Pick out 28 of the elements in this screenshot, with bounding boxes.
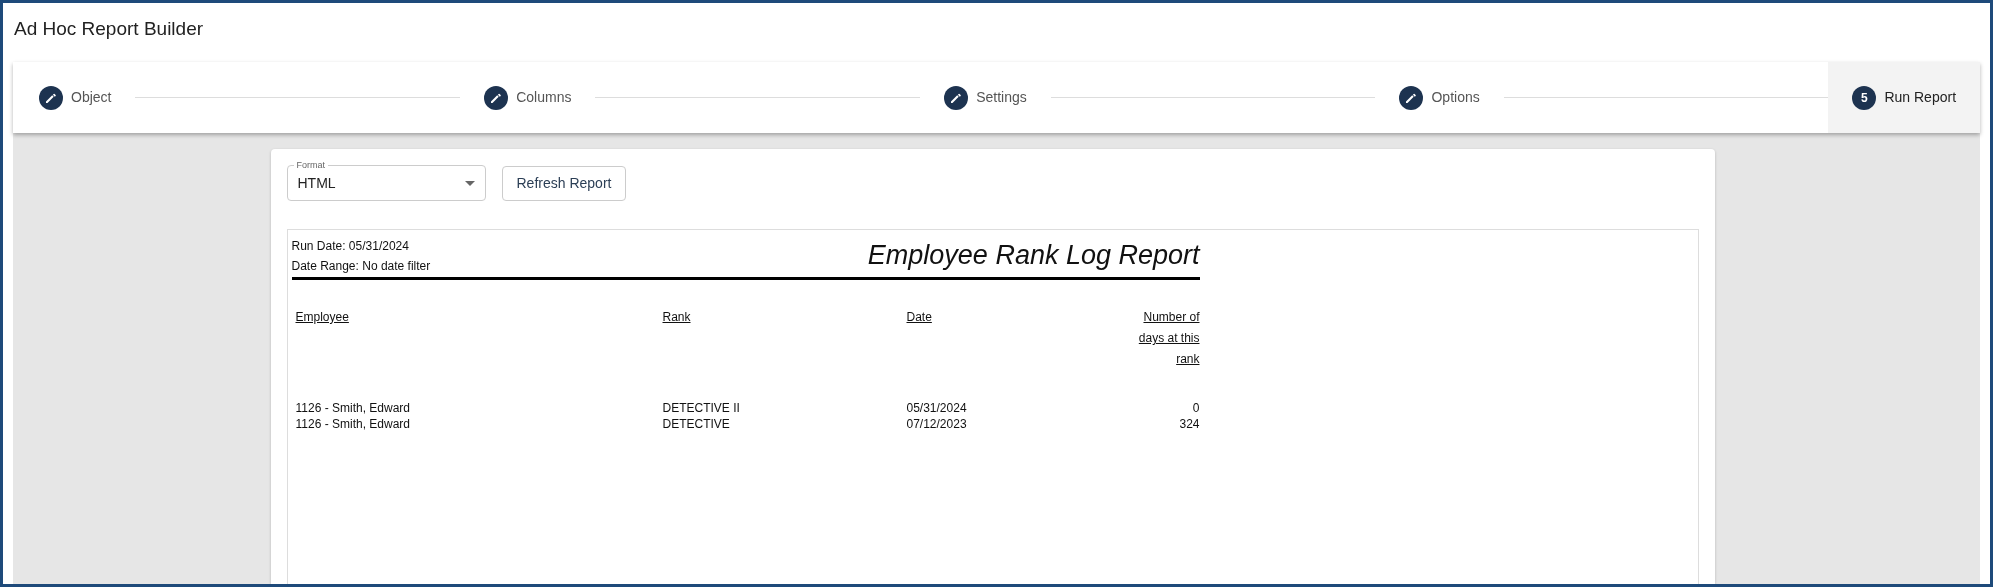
report-title: Employee Rank Log Report	[867, 239, 1200, 272]
column-header: Date	[906, 310, 932, 324]
table-cell: DETECTIVE	[662, 417, 730, 431]
step-tab[interactable]: Settings	[920, 62, 1051, 133]
pencil-icon	[484, 85, 509, 110]
step-tab[interactable]: 5 Run Report	[1828, 62, 1981, 133]
table-cell: 0	[1192, 401, 1200, 415]
table-cell: DETECTIVE II	[662, 401, 740, 415]
column-header: Number of days at this rank	[1138, 310, 1200, 366]
step-number: 5	[1852, 85, 1877, 110]
pencil-icon	[39, 85, 63, 110]
date-range: Date Range: No date filter	[291, 258, 431, 275]
table-cell: 324	[1179, 417, 1200, 431]
table-cell: 07/12/2023	[906, 417, 967, 431]
table-cell: 05/31/2024	[906, 401, 967, 415]
column-header: Employee	[295, 310, 349, 324]
run-date: Run Date: 05/31/2024	[291, 238, 410, 255]
pencil-icon	[1399, 85, 1424, 110]
column-header: Rank	[662, 310, 691, 324]
refresh-report-button[interactable]: Refresh Report	[501, 165, 627, 201]
step-tab[interactable]: Object	[15, 62, 136, 133]
dropdown-caret-icon	[464, 180, 475, 186]
pencil-icon	[944, 85, 969, 110]
step-tab[interactable]: Options	[1375, 62, 1504, 133]
table-cell: 1126 - Smith, Edward	[295, 417, 410, 431]
window-title: Ad Hoc Report Builder	[13, 17, 205, 41]
table-cell: 1126 - Smith, Edward	[295, 401, 410, 415]
step-tab[interactable]: Columns	[460, 62, 596, 133]
